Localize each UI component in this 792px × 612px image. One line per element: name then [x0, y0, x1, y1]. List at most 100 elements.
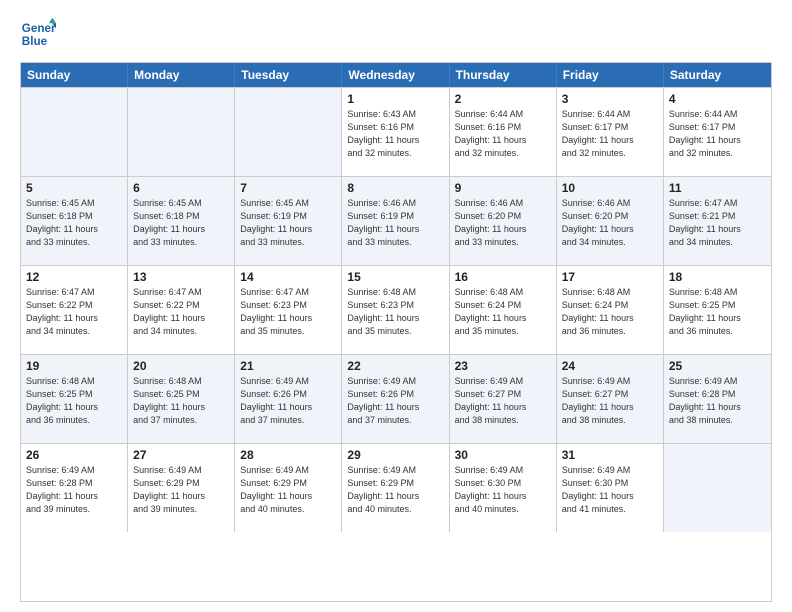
day-info: Sunrise: 6:46 AM Sunset: 6:19 PM Dayligh…	[347, 197, 443, 249]
day-number: 16	[455, 270, 551, 284]
day-info: Sunrise: 6:49 AM Sunset: 6:29 PM Dayligh…	[240, 464, 336, 516]
day-number: 28	[240, 448, 336, 462]
day-number: 2	[455, 92, 551, 106]
calendar-day: 27Sunrise: 6:49 AM Sunset: 6:29 PM Dayli…	[128, 444, 235, 532]
day-number: 12	[26, 270, 122, 284]
header: General Blue	[20, 16, 772, 52]
calendar-day: 23 Sunrise: 6:49 AM Sunset: 6:27 PM Dayli…	[450, 355, 557, 443]
day-info: Sunrise: 6:44 AM Sunset: 6:16 PM Dayligh…	[455, 108, 551, 160]
day-number: 31	[562, 448, 658, 462]
calendar-row: 26 Sunrise: 6:49 AM Sunset: 6:28 PM Dayli…	[21, 443, 771, 532]
calendar-day: 20 Sunrise: 6:48 AM Sunset: 6:25 PM Dayli…	[128, 355, 235, 443]
day-number: 1	[347, 92, 443, 106]
calendar-day: 28 Sunrise: 6:49 AM Sunset: 6:29 PM Dayli…	[235, 444, 342, 532]
weekday-header: Friday	[557, 63, 664, 87]
day-number: 23	[455, 359, 551, 373]
day-number: 10	[562, 181, 658, 195]
calendar-day: 2 Sunrise: 6:44 AM Sunset: 6:16 PM Daylig…	[450, 88, 557, 176]
day-info: Sunrise: 6:47 AM Sunset: 6:23 PM Dayligh…	[240, 286, 336, 338]
day-info: Sunrise: 6:48 AM Sunset: 6:25 PM Dayligh…	[669, 286, 766, 338]
day-number: 25	[669, 359, 766, 373]
day-number: 19	[26, 359, 122, 373]
calendar-header: SundayMondayTuesdayWednesdayThursdayFrid…	[21, 63, 771, 87]
day-number: 17	[562, 270, 658, 284]
day-info: Sunrise: 6:47 AM Sunset: 6:22 PM Dayligh…	[26, 286, 122, 338]
day-number: 14	[240, 270, 336, 284]
day-number: 13	[133, 270, 229, 284]
day-info: Sunrise: 6:49 AM Sunset: 6:27 PM Dayligh…	[455, 375, 551, 427]
day-number: 5	[26, 181, 122, 195]
day-number: 24	[562, 359, 658, 373]
calendar-day: 24 Sunrise: 6:49 AM Sunset: 6:27 PM Dayli…	[557, 355, 664, 443]
day-number: 3	[562, 92, 658, 106]
calendar-day: 11Sunrise: 6:47 AM Sunset: 6:21 PM Dayli…	[664, 177, 771, 265]
calendar-day: 1 Sunrise: 6:43 AM Sunset: 6:16 PM Daylig…	[342, 88, 449, 176]
calendar-day: 25 Sunrise: 6:49 AM Sunset: 6:28 PM Dayli…	[664, 355, 771, 443]
day-info: Sunrise: 6:48 AM Sunset: 6:24 PM Dayligh…	[455, 286, 551, 338]
calendar-day: 29Sunrise: 6:49 AM Sunset: 6:29 PM Dayli…	[342, 444, 449, 532]
weekday-header: Monday	[128, 63, 235, 87]
calendar-day: 31 Sunrise: 6:49 AM Sunset: 6:30 PM Dayli…	[557, 444, 664, 532]
day-info: Sunrise: 6:49 AM Sunset: 6:29 PM Dayligh…	[347, 464, 443, 516]
page: General Blue SundayMondayTuesdayWednesda…	[0, 0, 792, 612]
day-info: Sunrise: 6:49 AM Sunset: 6:26 PM Dayligh…	[240, 375, 336, 427]
calendar-day: 7 Sunrise: 6:45 AM Sunset: 6:19 PM Daylig…	[235, 177, 342, 265]
calendar-day: 15 Sunrise: 6:48 AM Sunset: 6:23 PM Dayli…	[342, 266, 449, 354]
logo-icon: General Blue	[20, 16, 56, 52]
day-number: 7	[240, 181, 336, 195]
day-info: Sunrise: 6:47 AM Sunset: 6:22 PM Dayligh…	[133, 286, 229, 338]
calendar-day: 13 Sunrise: 6:47 AM Sunset: 6:22 PM Dayli…	[128, 266, 235, 354]
day-info: Sunrise: 6:43 AM Sunset: 6:16 PM Dayligh…	[347, 108, 443, 160]
calendar: SundayMondayTuesdayWednesdayThursdayFrid…	[20, 62, 772, 602]
calendar-body: 1 Sunrise: 6:43 AM Sunset: 6:16 PM Daylig…	[21, 87, 771, 532]
calendar-day: 14 Sunrise: 6:47 AM Sunset: 6:23 PM Dayli…	[235, 266, 342, 354]
weekday-header: Wednesday	[342, 63, 449, 87]
calendar-day: 18 Sunrise: 6:48 AM Sunset: 6:25 PM Dayli…	[664, 266, 771, 354]
calendar-day: 10Sunrise: 6:46 AM Sunset: 6:20 PM Dayli…	[557, 177, 664, 265]
day-number: 4	[669, 92, 766, 106]
day-number: 6	[133, 181, 229, 195]
day-number: 26	[26, 448, 122, 462]
weekday-header: Thursday	[450, 63, 557, 87]
day-info: Sunrise: 6:46 AM Sunset: 6:20 PM Dayligh…	[455, 197, 551, 249]
day-number: 18	[669, 270, 766, 284]
calendar-day: 22 Sunrise: 6:49 AM Sunset: 6:26 PM Dayli…	[342, 355, 449, 443]
calendar-day: 6 Sunrise: 6:45 AM Sunset: 6:18 PM Daylig…	[128, 177, 235, 265]
calendar-empty	[664, 444, 771, 532]
day-info: Sunrise: 6:45 AM Sunset: 6:18 PM Dayligh…	[133, 197, 229, 249]
calendar-row: 1 Sunrise: 6:43 AM Sunset: 6:16 PM Daylig…	[21, 87, 771, 176]
day-number: 15	[347, 270, 443, 284]
calendar-empty	[21, 88, 128, 176]
day-info: Sunrise: 6:48 AM Sunset: 6:25 PM Dayligh…	[133, 375, 229, 427]
calendar-day: 4 Sunrise: 6:44 AM Sunset: 6:17 PM Daylig…	[664, 88, 771, 176]
day-info: Sunrise: 6:44 AM Sunset: 6:17 PM Dayligh…	[669, 108, 766, 160]
day-info: Sunrise: 6:49 AM Sunset: 6:27 PM Dayligh…	[562, 375, 658, 427]
day-info: Sunrise: 6:49 AM Sunset: 6:28 PM Dayligh…	[669, 375, 766, 427]
day-info: Sunrise: 6:49 AM Sunset: 6:30 PM Dayligh…	[562, 464, 658, 516]
day-info: Sunrise: 6:48 AM Sunset: 6:23 PM Dayligh…	[347, 286, 443, 338]
day-number: 20	[133, 359, 229, 373]
calendar-day: 16 Sunrise: 6:48 AM Sunset: 6:24 PM Dayli…	[450, 266, 557, 354]
calendar-day: 8 Sunrise: 6:46 AM Sunset: 6:19 PM Daylig…	[342, 177, 449, 265]
logo: General Blue	[20, 16, 56, 52]
svg-text:Blue: Blue	[22, 35, 48, 48]
day-info: Sunrise: 6:47 AM Sunset: 6:21 PM Dayligh…	[669, 197, 766, 249]
calendar-empty	[128, 88, 235, 176]
day-info: Sunrise: 6:48 AM Sunset: 6:25 PM Dayligh…	[26, 375, 122, 427]
day-info: Sunrise: 6:45 AM Sunset: 6:18 PM Dayligh…	[26, 197, 122, 249]
calendar-day: 21Sunrise: 6:49 AM Sunset: 6:26 PM Dayli…	[235, 355, 342, 443]
calendar-day: 9Sunrise: 6:46 AM Sunset: 6:20 PM Daylig…	[450, 177, 557, 265]
day-info: Sunrise: 6:49 AM Sunset: 6:28 PM Dayligh…	[26, 464, 122, 516]
day-number: 30	[455, 448, 551, 462]
calendar-day: 17 Sunrise: 6:48 AM Sunset: 6:24 PM Dayli…	[557, 266, 664, 354]
svg-text:General: General	[22, 22, 56, 35]
calendar-empty	[235, 88, 342, 176]
calendar-day: 12 Sunrise: 6:47 AM Sunset: 6:22 PM Dayli…	[21, 266, 128, 354]
day-number: 22	[347, 359, 443, 373]
day-info: Sunrise: 6:44 AM Sunset: 6:17 PM Dayligh…	[562, 108, 658, 160]
day-info: Sunrise: 6:49 AM Sunset: 6:26 PM Dayligh…	[347, 375, 443, 427]
day-info: Sunrise: 6:49 AM Sunset: 6:29 PM Dayligh…	[133, 464, 229, 516]
day-info: Sunrise: 6:45 AM Sunset: 6:19 PM Dayligh…	[240, 197, 336, 249]
day-number: 8	[347, 181, 443, 195]
day-info: Sunrise: 6:48 AM Sunset: 6:24 PM Dayligh…	[562, 286, 658, 338]
